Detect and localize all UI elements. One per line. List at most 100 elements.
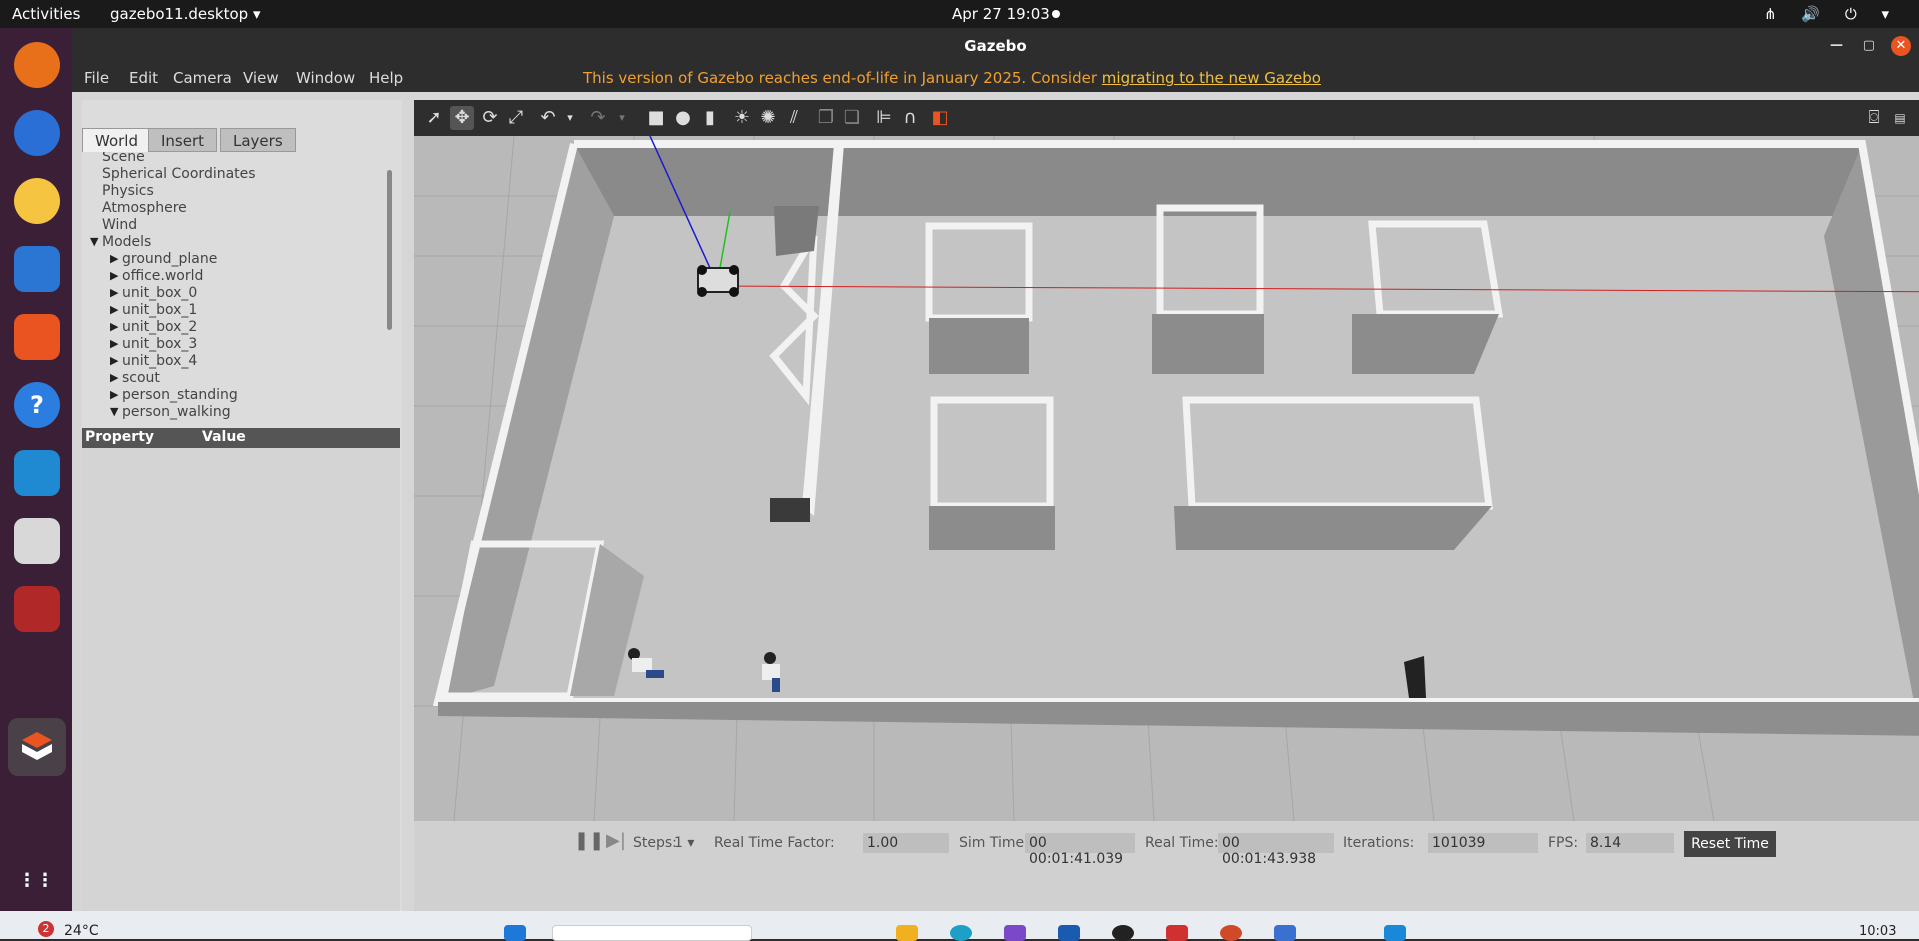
tree-model-item[interactable]: ▶ scout [110,370,160,386]
migration-link[interactable]: migrating to the new Gazebo [1102,69,1321,87]
maximize-icon[interactable]: ▢ [1863,38,1875,53]
collapsed-arrow-icon[interactable]: ▶ [110,303,118,316]
step-icon[interactable]: ▶| [604,829,628,853]
property-header: Property Value [82,428,400,448]
office-walls [432,140,1919,736]
tree-scrollbar[interactable] [387,170,392,330]
collapsed-arrow-icon[interactable]: ▶ [110,388,118,401]
rotate-mode-icon[interactable]: ⟳ [478,106,502,130]
firefox-icon[interactable] [14,42,60,88]
cylinder-shape-icon[interactable]: ▮ [698,106,722,130]
iterations-label: Iterations: [1343,835,1415,851]
tree-spherical-coordinates[interactable]: Spherical Coordinates [102,166,256,182]
model-label: unit_box_2 [122,319,198,335]
expanded-arrow-icon[interactable]: ▼ [110,405,118,418]
directional-light-icon[interactable]: ⫽ [782,106,806,130]
system-tray[interactable]: ⋔ 🔊 ⏻ ▾ [1764,5,1899,23]
tab-world[interactable]: World [82,128,151,152]
steps-select[interactable]: 1 ▾ [674,835,694,851]
app-menu[interactable]: gazebo11.desktop ▾ [110,5,261,23]
tree-model-item[interactable]: ▶ unit_box_0 [110,285,198,301]
tree-atmosphere[interactable]: Atmosphere [102,200,187,216]
help-icon[interactable]: ? [14,382,60,428]
paste-icon[interactable]: ❏ [840,106,864,130]
value-column-header: Value [202,429,246,445]
model-label: person_walking [122,404,231,420]
redo-icon[interactable]: ↷ [586,106,610,130]
terminal-icon[interactable] [14,586,60,632]
log-icon[interactable]: ▤ [1888,106,1912,130]
screenshot-icon[interactable]: ⌼ [1862,106,1886,130]
tab-layers[interactable]: Layers [220,128,296,152]
weather-temp[interactable]: 24°C [64,923,99,939]
tree-models[interactable]: ▼ Models [90,234,152,250]
menu-edit[interactable]: Edit [129,69,158,87]
plot-icon[interactable]: ⩘ [1914,106,1919,130]
pause-icon[interactable]: ❚❚ [574,829,604,853]
3d-viewport[interactable] [414,136,1919,821]
tree-model-item[interactable]: ▶ unit_box_3 [110,336,197,352]
collapsed-arrow-icon[interactable]: ▶ [110,269,118,282]
collapsed-arrow-icon[interactable]: ▶ [110,320,118,333]
reset-time-button[interactable]: Reset Time [1684,831,1776,857]
tree-model-item[interactable]: ▶ unit_box_2 [110,319,198,335]
app-center-icon[interactable] [14,314,60,360]
spot-light-icon[interactable]: ✺ [756,106,780,130]
writer-icon[interactable] [14,246,60,292]
undo-icon[interactable]: ↶ [536,106,560,130]
align-icon[interactable]: ⊫ [872,106,896,130]
menu-file[interactable]: File [84,69,109,87]
menu-window[interactable]: Window [296,69,355,87]
top-bar: Activities gazebo11.desktop ▾ Apr 27 19:… [0,0,1919,28]
taskbar-clock[interactable]: 10:03 [1859,924,1896,939]
gazebo-icon[interactable] [8,718,66,776]
world-tree: Scene Spherical Coordinates Physics Atmo… [84,152,400,430]
tree-model-item[interactable]: ▶ ground_plane [110,251,218,267]
sphere-shape-icon[interactable]: ● [671,106,695,130]
steps-label: Steps: [633,835,677,851]
model-label: ground_plane [122,251,218,267]
tree-models-label: Models [102,234,152,250]
copy-icon[interactable]: ❐ [814,106,838,130]
thunderbird-icon[interactable] [14,110,60,156]
view-angle-icon[interactable]: ◧ [928,106,952,130]
collapsed-arrow-icon[interactable]: ▶ [110,286,118,299]
box-shape-icon[interactable]: ■ [644,106,668,130]
close-icon[interactable]: ✕ [1891,36,1911,56]
collapsed-arrow-icon[interactable]: ▶ [110,371,118,384]
menu-camera[interactable]: Camera [173,69,232,87]
vscode-icon[interactable] [14,450,60,496]
expanded-arrow-icon[interactable]: ▼ [90,235,98,248]
collapsed-arrow-icon[interactable]: ▶ [110,337,118,350]
model-label: unit_box_0 [122,285,198,301]
menu-view[interactable]: View [243,69,279,87]
undo-dropdown-icon[interactable]: ▾ [558,106,582,130]
redo-dropdown-icon[interactable]: ▾ [610,106,634,130]
translate-mode-icon[interactable]: ✥ [450,106,474,130]
collapsed-arrow-icon[interactable]: ▶ [110,252,118,265]
files-icon[interactable] [14,518,60,564]
tab-insert[interactable]: Insert [148,128,218,152]
scale-mode-icon[interactable]: ⤢ [504,106,528,130]
tree-model-item[interactable]: ▶ person_standing [110,387,238,403]
tree-wind[interactable]: Wind [102,217,137,233]
menu-help[interactable]: Help [369,69,403,87]
real-time-value: 00 00:01:43.938 [1218,833,1334,867]
iterations-value: 101039 [1428,833,1538,853]
tree-model-item[interactable]: ▶ unit_box_1 [110,302,197,318]
clock[interactable]: Apr 27 19:03 [952,5,1050,23]
tree-model-item[interactable]: ▶ office.world [110,268,203,284]
minimize-icon[interactable]: — [1830,38,1843,53]
tree-model-item[interactable]: ▶ unit_box_4 [110,353,197,369]
scout-robot[interactable] [697,265,739,297]
tree-physics[interactable]: Physics [102,183,154,199]
point-light-icon[interactable]: ☀ [730,106,754,130]
select-mode-icon[interactable]: ➚ [422,106,446,130]
tree-model-item[interactable]: ▼ person_walking [110,404,231,420]
show-apps-icon[interactable]: ⋮⋮ [18,864,54,896]
tree-scene[interactable]: Scene [102,152,145,165]
activities-button[interactable]: Activities [12,5,80,23]
collapsed-arrow-icon[interactable]: ▶ [110,354,118,367]
snap-icon[interactable]: ∩ [898,106,922,130]
rhythmbox-icon[interactable] [14,178,60,224]
